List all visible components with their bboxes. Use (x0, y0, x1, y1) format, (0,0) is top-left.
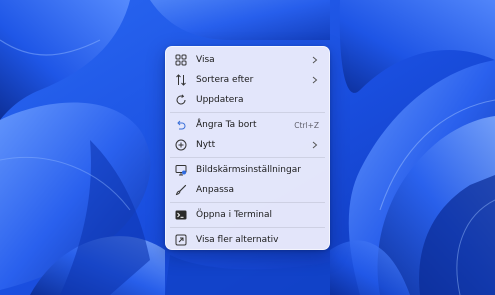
menu-separator (170, 227, 325, 228)
menu-item-label: Sortera efter (196, 75, 254, 85)
menu-item-undo-delete[interactable]: Ångra Ta bort Ctrl+Z (170, 115, 325, 135)
menu-item-new[interactable]: Nytt (170, 135, 325, 155)
menu-item-label: Uppdatera (196, 95, 244, 105)
menu-item-label: Visa (196, 55, 215, 65)
undo-icon (174, 118, 188, 132)
brush-icon (174, 183, 188, 197)
menu-item-label: Ångra Ta bort (196, 120, 257, 130)
menu-item-display-settings[interactable]: Bildskärmsinställningar (170, 160, 325, 180)
menu-item-shortcut: Ctrl+Z (294, 120, 319, 130)
menu-item-label: Anpassa (196, 185, 234, 195)
desktop-context-menu: Visa Sortera efter Uppdatera Ångra Ta bo… (165, 46, 330, 250)
menu-separator (170, 202, 325, 203)
menu-item-label: Visa fler alternativ (196, 235, 279, 245)
menu-item-sort-by[interactable]: Sortera efter (170, 70, 325, 90)
menu-item-show-more-options[interactable]: Visa fler alternativ (170, 230, 325, 250)
menu-item-label: Öppna i Terminal (196, 210, 272, 220)
sort-icon (174, 73, 188, 87)
terminal-icon (174, 208, 188, 222)
chevron-right-icon (310, 75, 320, 85)
new-plus-icon (174, 138, 188, 152)
menu-item-refresh[interactable]: Uppdatera (170, 90, 325, 110)
desktop[interactable]: Visa Sortera efter Uppdatera Ångra Ta bo… (0, 0, 495, 295)
more-options-icon (174, 233, 188, 247)
display-icon (174, 163, 188, 177)
menu-separator (170, 112, 325, 113)
menu-item-personalize[interactable]: Anpassa (170, 180, 325, 200)
chevron-right-icon (310, 140, 320, 150)
refresh-icon (174, 93, 188, 107)
chevron-right-icon (310, 55, 320, 65)
menu-item-label: Nytt (196, 140, 216, 150)
menu-item-view[interactable]: Visa (170, 50, 325, 70)
grid-icon (174, 53, 188, 67)
menu-item-open-terminal[interactable]: Öppna i Terminal (170, 205, 325, 225)
menu-separator (170, 157, 325, 158)
menu-item-label: Bildskärmsinställningar (196, 165, 301, 175)
